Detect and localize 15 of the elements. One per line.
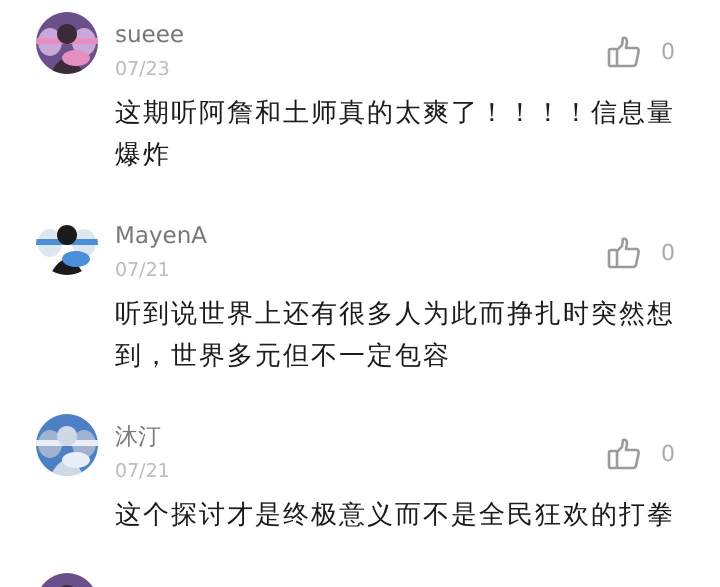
- like-count: 0: [661, 240, 675, 268]
- thumbs-up-icon[interactable]: [607, 438, 641, 470]
- comment-date: 07/21: [115, 459, 170, 484]
- comment-text: 听到说世界上还有很多人为此而挣扎时突然想到，世界多元但不一定包容: [115, 298, 676, 373]
- thumbs-up-icon[interactable]: [607, 36, 641, 68]
- comment-text: 这个探讨才是终极意义而不是全民狂欢的打拳: [115, 499, 676, 532]
- user-name: 沐汀: [115, 423, 162, 452]
- user-name: sueee: [115, 21, 184, 50]
- user-name: MayenA: [115, 222, 208, 251]
- comment-date: 07/21: [115, 258, 171, 283]
- thumbs-up-icon[interactable]: [607, 237, 641, 269]
- like-count: 0: [661, 440, 675, 468]
- like-count: 0: [661, 38, 675, 66]
- comment-date: 07/23: [115, 57, 171, 82]
- comment-text: 这期听阿詹和土师真的太爽了！！！！信息量爆炸: [115, 97, 676, 172]
